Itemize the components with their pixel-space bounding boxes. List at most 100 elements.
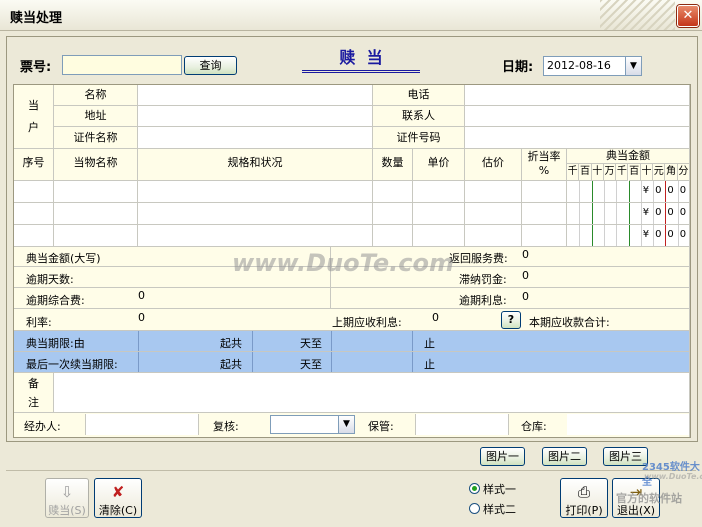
id-name-label: 证件名称 [54,127,138,149]
date-dropdown-icon[interactable]: ▼ [625,57,641,75]
printer-icon: ⎙ [577,483,590,501]
currency-symbol: ¥ [642,207,650,218]
id-name-field[interactable] [138,127,373,149]
phone-field[interactable] [465,85,690,106]
overdue-fee-label: 逾期综合费: [26,294,85,307]
warehouse-label: 仓库: [521,420,547,433]
service-fee-value[interactable]: 0 [522,248,529,261]
item-name-cell[interactable] [54,181,138,203]
spec-cell[interactable] [138,203,373,225]
digit-header-cell: 千 [567,164,580,181]
id-number-field[interactable] [465,127,690,149]
clear-button[interactable]: ✘ 清除(C) [94,478,142,518]
amount-digit: 0 [655,229,662,240]
rate-value[interactable]: 0 [138,311,145,324]
remarks-field[interactable] [54,373,690,413]
phone-label: 电话 [373,85,465,106]
reviewer-select[interactable]: ▼ [270,415,355,434]
help-button[interactable]: ? [501,311,521,329]
amount-digit: 0 [667,185,674,196]
contact-field[interactable] [465,106,690,127]
service-fee-label: 返回服务费: [449,252,508,265]
date-label: 日期: [502,60,534,75]
image2-button[interactable]: 图片二 [542,447,587,466]
late-fee-value[interactable]: 0 [522,269,529,282]
late-fee-label: 滞纳罚金: [459,273,507,286]
print-button[interactable]: ⎙ 打印(P) [560,478,608,518]
overdue-fee-value[interactable]: 0 [138,289,145,302]
overdue-interest-value[interactable]: 0 [522,290,529,303]
estimate-cell[interactable] [465,203,522,225]
unit-price-cell[interactable] [413,225,465,247]
digit-header-row: 千百十万千百十元角分 [567,164,690,181]
staff-row: 经办人: 复核: ▼ 保管: 仓库: [14,413,690,437]
term-end-label: 止 [424,337,435,350]
amount-digit: 0 [655,207,662,218]
reviewer-dropdown-icon[interactable]: ▼ [338,416,354,433]
rate-label: 利率: [26,316,52,329]
digit-header-cell: 千 [616,164,629,181]
currency-symbol: ¥ [642,185,650,196]
image1-button[interactable]: 图片一 [480,447,525,466]
query-button[interactable]: 查询 [184,56,237,75]
corner-site-watermark: 官方的软件站 [616,492,682,505]
discount-cell[interactable] [522,225,567,247]
unit-price-header: 单价 [413,149,465,181]
amount-caps-label: 典当金额(大写) [26,252,101,265]
estimate-cell[interactable] [465,225,522,247]
qty-cell[interactable] [373,181,413,203]
window-title: 赎当处理 [10,11,63,26]
amount-digit: 0 [679,185,687,196]
title-bar: 赎当处理 ✕ [0,0,702,31]
title-stripes [600,0,675,30]
item-name-cell[interactable] [54,203,138,225]
overdue-days-label: 逾期天数: [26,273,74,286]
digit-header-cell: 分 [677,164,690,181]
ticket-label: 票号: [20,60,52,75]
name-label: 名称 [54,85,138,106]
discount-cell[interactable] [522,203,567,225]
unit-price-cell[interactable] [413,203,465,225]
qty-cell[interactable] [373,225,413,247]
digit-header-cell: 角 [665,164,678,181]
handler-field[interactable] [85,414,199,435]
spec-cell[interactable] [138,225,373,247]
digit-header-cell: 万 [603,164,617,181]
clear-icon: ✘ [111,483,125,501]
address-label: 地址 [54,106,138,127]
estimate-cell[interactable] [465,181,522,203]
name-field[interactable] [138,85,373,106]
page-title: 赎 当 [302,46,420,73]
prev-interest-value[interactable]: 0 [432,311,439,324]
close-button[interactable]: ✕ [677,5,699,27]
digit-header-cell: 十 [591,164,604,181]
digit-header-cell: 百 [579,164,592,181]
last-term-days-label: 天至 [300,358,322,371]
item-name-cell[interactable] [54,225,138,247]
spec-header: 规格和状况 [138,149,373,181]
customer-side-label: 当户 [14,85,54,149]
term-from-label: 起共 [220,337,242,350]
discount-cell[interactable] [522,181,567,203]
seq-cell[interactable] [14,181,54,203]
redeem-button[interactable]: ⇩ 赎当(S) [45,478,89,518]
unit-price-cell[interactable] [413,181,465,203]
style1-radio[interactable] [469,483,480,494]
amount-cell[interactable]: ¥0 0 0 [567,181,690,203]
spec-cell[interactable] [138,181,373,203]
warehouse-field[interactable] [567,414,689,435]
address-field[interactable] [138,106,373,127]
style2-radio[interactable] [469,503,480,514]
currency-symbol: ¥ [642,229,650,240]
pawn-amount-header: 典当金额 [567,149,690,164]
amount-digit: 0 [655,185,662,196]
amount-cell[interactable]: ¥0 0 0 [567,225,690,247]
seq-cell[interactable] [14,203,54,225]
date-picker[interactable]: 2012-08-16 ▼ [543,56,642,76]
seq-cell[interactable] [14,225,54,247]
reviewer-label: 复核: [213,420,239,433]
ticket-input[interactable] [62,55,182,75]
keeper-field[interactable] [415,414,509,435]
amount-cell[interactable]: ¥0 0 0 [567,203,690,225]
qty-cell[interactable] [373,203,413,225]
